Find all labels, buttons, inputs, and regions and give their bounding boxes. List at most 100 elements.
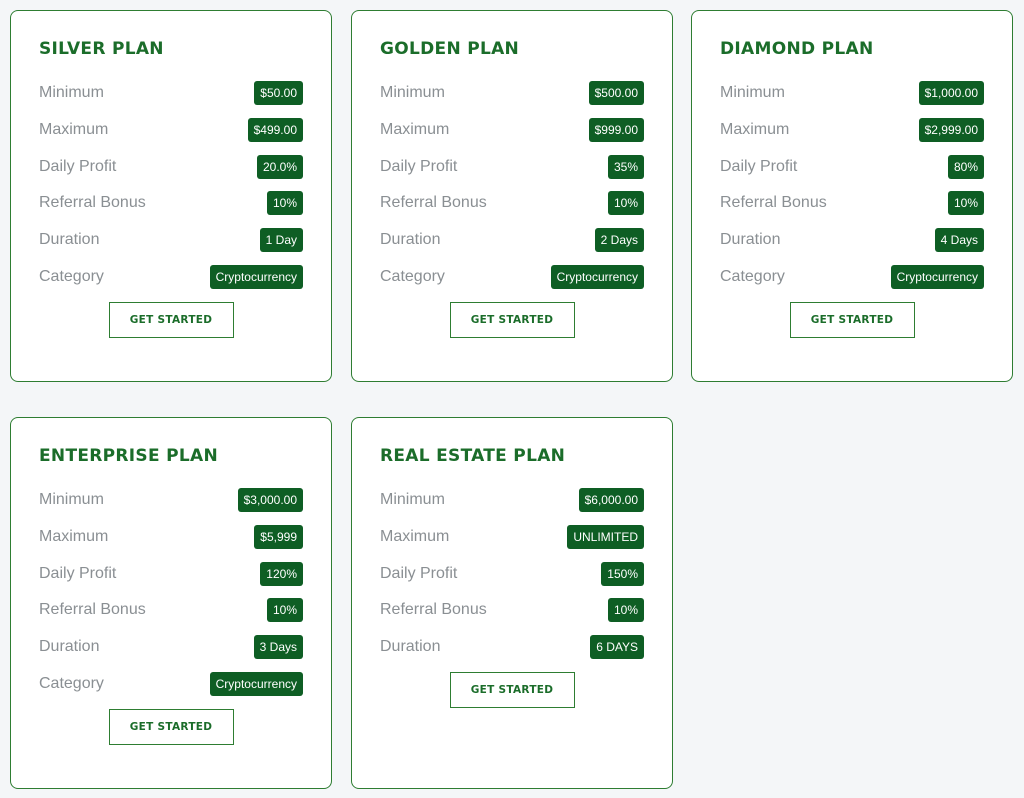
row-value-badge: 10%: [266, 598, 303, 623]
row-label: Duration: [380, 231, 441, 249]
plan-row-minimum: Minimum $1,000.00: [720, 81, 984, 105]
row-label: Daily Profit: [39, 157, 117, 175]
row-label: Minimum: [380, 84, 445, 101]
row-value-badge: $3,000.00: [237, 488, 303, 512]
get-started-button[interactable]: GET STARTED: [449, 301, 575, 338]
button-wrap: GET STARTED: [39, 301, 303, 338]
plan-row-maximum: Maximum $5,999: [39, 524, 303, 549]
row-label: Maximum: [39, 527, 109, 545]
row-label: Minimum: [380, 491, 445, 508]
plan-row-minimum: Minimum $3,000.00: [39, 488, 303, 512]
row-label: Duration: [720, 231, 781, 249]
plan-row-duration: Duration 3 Days: [39, 635, 303, 660]
plan-row-maximum: Maximum $2,999.00: [720, 117, 984, 142]
row-label: Duration: [380, 638, 441, 656]
plan-row-daily-profit: Daily Profit 120%: [39, 561, 303, 586]
plan-row-minimum: Minimum $50.00: [39, 81, 303, 105]
plan-row-daily-profit: Daily Profit 80%: [720, 154, 984, 179]
row-value-badge: 20.0%: [256, 154, 303, 179]
row-value-badge: Cryptocurrency: [550, 264, 644, 289]
plan-row-category: Category Cryptocurrency: [39, 671, 303, 696]
row-value-badge: 2 Days: [594, 228, 644, 253]
plan-row-referral-bonus: Referral Bonus 10%: [39, 191, 303, 216]
plan-card-silver: SILVER PLAN Minimum $50.00 Maximum $499.00…: [10, 10, 332, 382]
row-value-badge: 10%: [266, 191, 303, 216]
plan-row-daily-profit: Daily Profit 150%: [380, 561, 644, 586]
get-started-button[interactable]: GET STARTED: [449, 671, 575, 708]
row-value-badge: 6 DAYS: [590, 635, 644, 660]
row-label: Referral Bonus: [39, 194, 146, 212]
row-label: Daily Profit: [720, 157, 798, 175]
plan-card-enterprise: ENTERPRISE PLAN Minimum $3,000.00 Maximum…: [10, 417, 332, 789]
plan-row-referral-bonus: Referral Bonus 10%: [39, 598, 303, 623]
row-value-badge: 3 Days: [253, 635, 303, 660]
plan-row-maximum: Maximum $999.00: [380, 117, 644, 142]
row-value-badge: 10%: [607, 191, 644, 216]
plan-row-duration: Duration 4 Days: [720, 228, 984, 253]
row-label: Daily Profit: [39, 564, 117, 582]
row-label: Daily Profit: [380, 157, 458, 175]
row-label: Duration: [39, 231, 100, 249]
row-label: Category: [380, 267, 445, 285]
row-label: Category: [720, 267, 785, 285]
plan-row-daily-profit: Daily Profit 35%: [380, 154, 644, 179]
plan-details: Minimum $6,000.00 Maximum UNLIMITED Daily …: [380, 488, 644, 660]
row-value-badge: 120%: [260, 561, 303, 586]
row-value-badge: Cryptocurrency: [890, 264, 984, 289]
plan-title: ENTERPRISE PLAN: [39, 446, 218, 466]
row-label: Maximum: [720, 120, 790, 138]
plan-details: Minimum $1,000.00 Maximum $2,999.00 Daily …: [720, 81, 984, 289]
row-label: Minimum: [39, 84, 104, 101]
plan-card-diamond: DIAMOND PLAN Minimum $1,000.00 Maximum $2,…: [691, 10, 1013, 382]
row-value-badge: $1,000.00: [918, 81, 984, 105]
plan-row-category: Category Cryptocurrency: [720, 264, 984, 289]
row-label: Minimum: [39, 491, 104, 508]
get-started-button[interactable]: GET STARTED: [108, 708, 234, 745]
plan-card-golden: GOLDEN PLAN Minimum $500.00 Maximum $999.0…: [351, 10, 673, 382]
row-label: Referral Bonus: [720, 194, 827, 212]
row-value-badge: $500.00: [588, 81, 644, 105]
plan-row-duration: Duration 6 DAYS: [380, 635, 644, 660]
row-value-badge: 35%: [607, 154, 644, 179]
row-value-badge: 4 Days: [934, 228, 984, 253]
plan-row-maximum: Maximum $499.00: [39, 117, 303, 142]
plans-grid: SILVER PLAN Minimum $50.00 Maximum $499.00…: [0, 0, 1024, 798]
row-value-badge: 150%: [601, 561, 644, 586]
plan-title: SILVER PLAN: [39, 39, 164, 59]
plan-row-duration: Duration 1 Day: [39, 228, 303, 253]
row-label: Category: [39, 674, 104, 692]
row-label: Referral Bonus: [380, 601, 487, 619]
row-value-badge: $6,000.00: [578, 488, 644, 512]
row-value-badge: $5,999: [254, 524, 303, 549]
plan-row-minimum: Minimum $500.00: [380, 81, 644, 105]
get-started-button[interactable]: GET STARTED: [789, 301, 915, 338]
row-label: Daily Profit: [380, 564, 458, 582]
plan-row-category: Category Cryptocurrency: [380, 264, 644, 289]
button-wrap: GET STARTED: [720, 301, 984, 338]
row-value-badge: $50.00: [254, 81, 303, 105]
button-wrap: GET STARTED: [380, 671, 644, 708]
plan-row-minimum: Minimum $6,000.00: [380, 488, 644, 512]
plan-details: Minimum $500.00 Maximum $999.00 Daily Prof…: [380, 81, 644, 289]
get-started-button[interactable]: GET STARTED: [108, 301, 234, 338]
plan-row-referral-bonus: Referral Bonus 10%: [380, 191, 644, 216]
plan-title: DIAMOND PLAN: [720, 39, 874, 59]
row-label: Referral Bonus: [39, 601, 146, 619]
plan-row-referral-bonus: Referral Bonus 10%: [380, 598, 644, 623]
row-value-badge: 80%: [947, 154, 984, 179]
plan-row-maximum: Maximum UNLIMITED: [380, 524, 644, 549]
plan-title: REAL ESTATE PLAN: [380, 446, 566, 466]
row-value-badge: UNLIMITED: [567, 524, 644, 549]
row-value-badge: $999.00: [588, 117, 644, 142]
row-value-badge: 1 Day: [259, 228, 303, 253]
plan-details: Minimum $3,000.00 Maximum $5,999 Daily Pro…: [39, 488, 303, 696]
plan-card-real-estate: REAL ESTATE PLAN Minimum $6,000.00 Maximu…: [351, 417, 673, 789]
plan-details: Minimum $50.00 Maximum $499.00 Daily Profi…: [39, 81, 303, 289]
plan-row-category: Category Cryptocurrency: [39, 264, 303, 289]
plan-row-daily-profit: Daily Profit 20.0%: [39, 154, 303, 179]
row-label: Minimum: [720, 84, 785, 101]
row-value-badge: $2,999.00: [918, 117, 984, 142]
row-value-badge: 10%: [947, 191, 984, 216]
row-label: Category: [39, 267, 104, 285]
row-value-badge: Cryptocurrency: [209, 671, 303, 696]
